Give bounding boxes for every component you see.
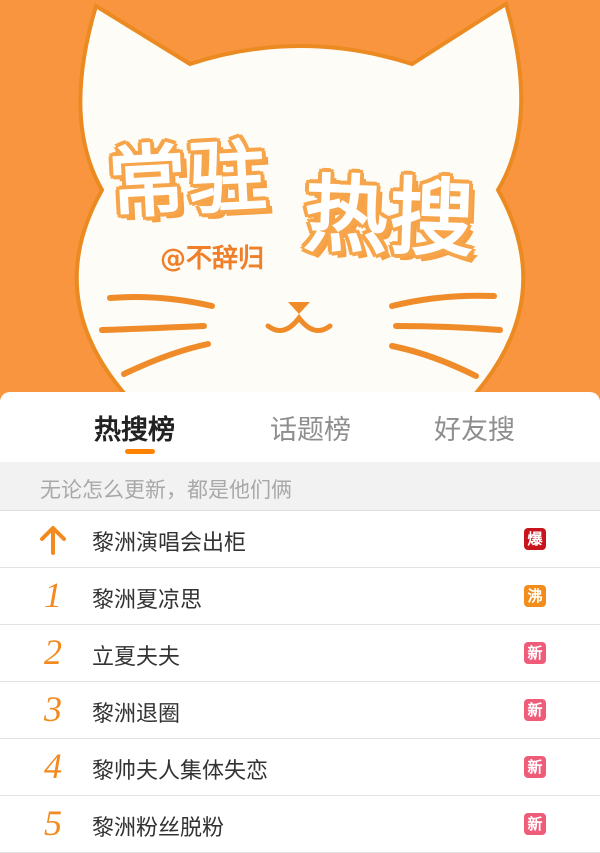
up-arrow-icon xyxy=(38,525,68,559)
search-hint-bar[interactable]: 无论怎么更新，都是他们俩 xyxy=(0,462,600,511)
hot-badge: 爆 xyxy=(524,528,546,550)
new-badge: 新 xyxy=(524,813,546,835)
rank-number: 1 xyxy=(44,575,62,615)
list-item[interactable]: 2 立夏夫夫 新 xyxy=(0,625,600,682)
new-badge: 新 xyxy=(524,699,546,721)
list-item[interactable]: 1 黎洲夏凉思 沸 xyxy=(0,568,600,625)
list-item-label: 黎帅夫人集体失恋 xyxy=(92,759,269,784)
rank-number: 3 xyxy=(44,689,62,729)
list-item[interactable]: 3 黎洲退圈 新 xyxy=(0,682,600,739)
boiling-badge: 沸 xyxy=(524,585,546,607)
rank-number: 5 xyxy=(44,803,62,843)
list-item-label: 黎洲夏凉思 xyxy=(92,588,203,613)
hot-search-list: 黎洲演唱会出柜 爆 1 黎洲夏凉思 沸 2 立夏夫夫 新 3 黎洲退圈 新 4 … xyxy=(0,511,600,853)
tab-hot-search[interactable]: 热搜榜 xyxy=(94,408,175,447)
rank-number: 2 xyxy=(44,632,62,672)
list-item-label: 黎洲演唱会出柜 xyxy=(92,531,247,556)
search-hint-text: 无论怎么更新，都是他们俩 xyxy=(40,478,292,502)
new-badge: 新 xyxy=(524,642,546,664)
tab-friend-search[interactable]: 好友搜 xyxy=(434,408,515,447)
list-item[interactable]: 4 黎帅夫人集体失恋 新 xyxy=(0,739,600,796)
cat-illustration xyxy=(74,0,526,400)
header-banner: 常驻 热搜 @不辞归 xyxy=(0,0,600,400)
list-item-label: 黎洲退圈 xyxy=(92,702,181,727)
list-item-label: 黎洲粉丝脱粉 xyxy=(92,816,225,841)
banner-title-part1: 常驻 xyxy=(106,131,271,231)
tab-bar: 热搜榜 话题榜 好友搜 xyxy=(0,392,600,462)
list-item-label: 立夏夫夫 xyxy=(92,645,181,670)
rank-number: 4 xyxy=(44,746,62,786)
list-item[interactable]: 5 黎洲粉丝脱粉 新 xyxy=(0,796,600,853)
banner-author: @不辞归 xyxy=(160,244,265,274)
new-badge: 新 xyxy=(524,756,546,778)
active-tab-indicator xyxy=(125,449,155,454)
tab-topics[interactable]: 话题榜 xyxy=(270,408,351,447)
banner-title-part2: 热搜 xyxy=(302,165,478,269)
list-item[interactable]: 黎洲演唱会出柜 爆 xyxy=(0,511,600,568)
